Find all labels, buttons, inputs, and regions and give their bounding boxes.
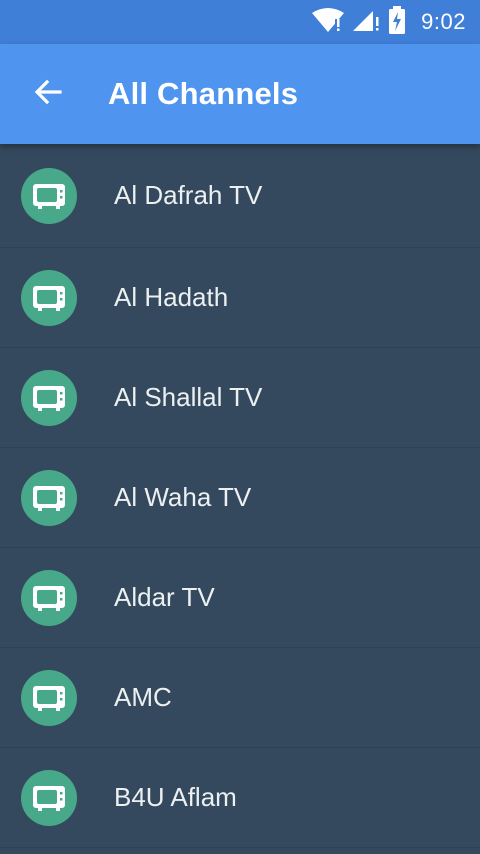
signal-icon: [351, 7, 381, 38]
channel-name: B4U Aflam: [114, 782, 237, 812]
channel-name: AMC: [114, 682, 172, 712]
list-item[interactable]: Aldar TV: [0, 548, 480, 648]
tv-icon: [21, 167, 77, 224]
status-time: 9:02: [421, 9, 466, 34]
list-item[interactable]: Al Waha TV: [0, 448, 480, 548]
wifi-icon: [311, 7, 345, 38]
tv-icon: [21, 369, 77, 426]
channel-name: Al Hadath: [114, 282, 229, 312]
list-item[interactable]: Al Hadath: [0, 248, 480, 348]
channel-name: Al Dafrah TV: [114, 180, 263, 210]
list-item[interactable]: AMC: [0, 648, 480, 748]
channel-name: Al Waha TV: [114, 482, 252, 512]
channel-list: Al Dafrah TV Al Hadath Al Shallal TV Al …: [0, 144, 480, 848]
tv-icon: [21, 669, 77, 726]
tv-icon: [21, 469, 77, 526]
status-icons: 9:02: [311, 0, 466, 44]
tv-icon: [21, 769, 77, 826]
channel-name: Aldar TV: [114, 582, 215, 612]
battery-charging-icon: [387, 5, 407, 40]
arrow-left-icon: [32, 76, 64, 113]
back-button[interactable]: [22, 70, 74, 118]
channel-name: Al Shallal TV: [114, 382, 263, 412]
list-item[interactable]: B4U Aflam: [0, 748, 480, 848]
tv-icon: [21, 269, 77, 326]
app-bar: All Channels: [0, 44, 480, 144]
tv-icon: [21, 569, 77, 626]
status-bar: 9:02: [0, 0, 480, 44]
list-item[interactable]: Al Shallal TV: [0, 348, 480, 448]
list-item[interactable]: Al Dafrah TV: [0, 144, 480, 248]
page-title: All Channels: [108, 76, 299, 111]
